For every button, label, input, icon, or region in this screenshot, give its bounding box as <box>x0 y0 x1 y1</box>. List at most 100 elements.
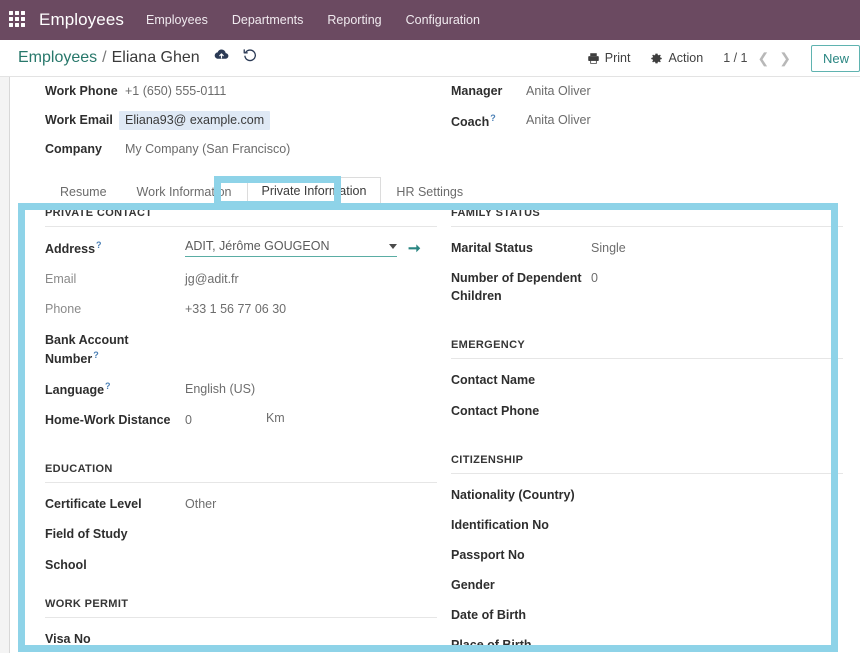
language-label: Language? <box>45 380 111 398</box>
undo-icon[interactable] <box>243 48 257 62</box>
breadcrumb-separator: / <box>102 49 107 67</box>
top-navbar: Employees Employees Departments Reportin… <box>0 0 860 40</box>
field-bank-account-number: Bank Account Number? <box>45 331 437 368</box>
field-gender: Gender <box>451 576 843 594</box>
place-of-birth-label: Place of Birth <box>451 638 532 653</box>
field-private-email: Email jg@adit.fr <box>45 270 437 288</box>
work-phone-label: Work Phone <box>45 84 118 98</box>
chevron-down-icon[interactable] <box>389 243 397 249</box>
gear-icon <box>650 52 663 65</box>
section-education-title: EDUCATION <box>45 463 437 484</box>
home-work-distance-value[interactable]: 0 <box>185 411 192 429</box>
dependent-children-value[interactable]: 0 <box>591 269 598 287</box>
date-of-birth-label: Date of Birth <box>451 608 526 623</box>
private-email-value[interactable]: jg@adit.fr <box>185 270 239 288</box>
bank-account-help-icon[interactable]: ? <box>93 350 99 360</box>
language-help-icon[interactable]: ? <box>105 381 111 391</box>
field-identification-no: Identification No <box>451 516 843 534</box>
private-email-label: Email <box>45 272 77 287</box>
field-emergency-contact-name: Contact Name <box>451 371 843 389</box>
field-work-phone: Work Phone +1 (650) 555-0111 <box>45 82 435 111</box>
field-certificate-level: Certificate Level Other <box>45 495 437 513</box>
cloud-upload-icon[interactable] <box>214 48 229 61</box>
emergency-contact-phone-label: Contact Phone <box>451 403 540 418</box>
section-private-contact-title: PRIVATE CONTACT <box>45 207 437 227</box>
breadcrumb-employees-link[interactable]: Employees <box>18 49 97 67</box>
field-manager: Manager Anita Oliver <box>451 82 841 111</box>
coach-help-icon[interactable]: ? <box>490 113 496 123</box>
language-value[interactable]: English (US) <box>185 380 255 398</box>
section-work-permit-title: WORK PERMIT <box>45 598 437 618</box>
tab-work-information[interactable]: Work Information <box>122 178 247 206</box>
field-address: Address? ADIT, Jérôme GOUGEON ➞ <box>45 239 437 258</box>
spacer-emergency <box>451 317 843 339</box>
private-phone-value[interactable]: +33 1 56 77 06 30 <box>185 300 286 318</box>
tab-private-information[interactable]: Private Information <box>246 177 382 206</box>
field-language: Language? English (US) <box>45 380 437 399</box>
address-help-icon[interactable]: ? <box>96 240 102 250</box>
section-emergency-title: EMERGENCY <box>451 339 843 360</box>
marital-status-value[interactable]: Single <box>591 239 626 257</box>
new-button[interactable]: New <box>810 44 860 72</box>
field-school: School <box>45 556 437 574</box>
top-fields-left-column: Work Phone +1 (650) 555-0111 Work Email … <box>45 82 435 169</box>
field-home-work-distance: Home-Work Distance 0 Km <box>45 411 437 429</box>
print-button[interactable]: Print <box>587 51 631 65</box>
field-place-of-birth: Place of Birth <box>451 636 843 653</box>
address-label: Address? <box>45 240 102 257</box>
navbar-menu: Employees Departments Reporting Configur… <box>146 13 480 27</box>
company-value[interactable]: My Company (San Francisco) <box>125 140 290 156</box>
field-visa-no: Visa No <box>45 630 437 648</box>
tab-resume[interactable]: Resume <box>45 178 122 206</box>
school-label: School <box>45 557 87 572</box>
arrow-right-icon[interactable]: ➞ <box>408 241 421 256</box>
apps-grid-icon[interactable] <box>9 11 27 29</box>
private-info-left-column: PRIVATE CONTACT Address? ADIT, Jérôme GO… <box>45 207 437 653</box>
work-email-label: Work Email <box>45 113 113 127</box>
nationality-label: Nationality (Country) <box>451 487 575 502</box>
bank-account-number-label: Bank Account Number? <box>45 332 129 366</box>
section-citizenship-title: CITIZENSHIP <box>451 454 843 474</box>
certificate-level-value[interactable]: Other <box>185 495 216 513</box>
nav-item-configuration[interactable]: Configuration <box>406 13 480 27</box>
action-button[interactable]: Action <box>650 51 703 65</box>
dependent-children-label: Number of Dependent Children <box>451 271 582 304</box>
nav-item-departments[interactable]: Departments <box>232 13 304 27</box>
manager-label: Manager <box>451 84 503 98</box>
field-emergency-contact-phone: Contact Phone <box>451 402 843 420</box>
scroll-gutter[interactable] <box>0 77 10 653</box>
field-date-of-birth: Date of Birth <box>451 606 843 624</box>
app-brand-employees[interactable]: Employees <box>39 10 124 30</box>
field-dependent-children: Number of Dependent Children 0 <box>451 269 843 305</box>
field-passport-no: Passport No <box>451 546 843 564</box>
field-coach: Coach? Anita Oliver <box>451 111 841 140</box>
coach-value[interactable]: Anita Oliver <box>526 111 591 127</box>
print-label: Print <box>604 51 631 65</box>
chevron-right-icon[interactable]: ❯ <box>779 51 791 65</box>
work-phone-value[interactable]: +1 (650) 555-0111 <box>125 82 226 98</box>
address-widget: ADIT, Jérôme GOUGEON ➞ <box>185 239 435 257</box>
field-private-phone: Phone +33 1 56 77 06 30 <box>45 300 437 318</box>
control-panel-right: Print Action 1 / 1 ❮ ❯ New <box>587 40 860 76</box>
work-email-value[interactable]: Eliana93@ example.com <box>119 111 271 130</box>
identification-no-label: Identification No <box>451 517 549 532</box>
tab-hr-settings[interactable]: HR Settings <box>381 178 478 206</box>
form-sheet: Work Phone +1 (650) 555-0111 Work Email … <box>11 77 860 653</box>
visa-no-label: Visa No <box>45 631 91 646</box>
address-input[interactable]: ADIT, Jérôme GOUGEON <box>185 239 397 257</box>
field-marital-status: Marital Status Single <box>451 239 843 257</box>
private-information-panel: PRIVATE CONTACT Address? ADIT, Jérôme GO… <box>11 207 860 653</box>
top-fields-right-column: Manager Anita Oliver Coach? Anita Oliver <box>451 82 841 140</box>
company-label: Company <box>45 142 102 156</box>
spacer-education <box>45 441 437 463</box>
nav-item-employees[interactable]: Employees <box>146 13 208 27</box>
field-field-of-study: Field of Study <box>45 525 437 543</box>
chevron-left-icon[interactable]: ❮ <box>758 51 770 65</box>
nav-item-reporting[interactable]: Reporting <box>327 13 381 27</box>
notebook-tabs: Resume Work Information Private Informat… <box>45 177 835 206</box>
coach-label: Coach? <box>451 113 496 130</box>
spacer-citizenship <box>451 432 843 454</box>
field-nationality: Nationality (Country) <box>451 486 843 504</box>
manager-value[interactable]: Anita Oliver <box>526 82 591 98</box>
control-panel: Employees / Eliana Ghen Print Action 1 /… <box>0 40 860 77</box>
